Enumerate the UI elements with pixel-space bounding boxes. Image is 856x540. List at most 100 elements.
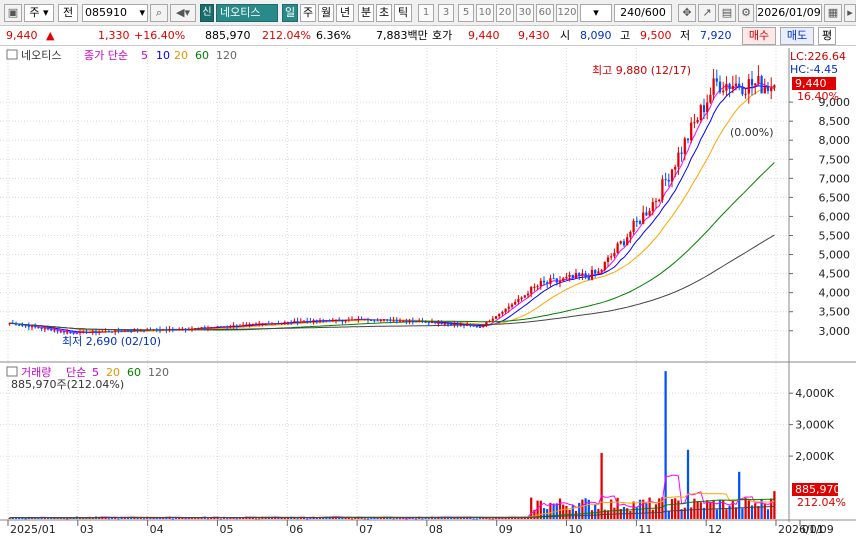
eval-button[interactable]: 평: [818, 27, 836, 45]
interval-60[interactable]: 60: [536, 4, 554, 22]
volume-bar: [414, 518, 418, 520]
more-icon[interactable]: ▸: [844, 4, 856, 22]
candle-body: [59, 331, 62, 333]
buy-button[interactable]: 매수: [742, 27, 776, 45]
candle-body: [408, 321, 411, 323]
volume-tick-label: 4,000K: [795, 387, 834, 400]
candle-body: [651, 202, 654, 211]
candle-body: [434, 322, 437, 324]
trade-amount: 7,883백만: [376, 29, 428, 42]
volume-bar: [363, 518, 366, 520]
market-select[interactable]: 주 ▾: [24, 4, 54, 22]
period-week[interactable]: 주: [300, 4, 316, 22]
interval-5[interactable]: 5: [458, 4, 474, 22]
date-tick-label: 10: [569, 523, 583, 536]
volume-bar: [171, 518, 174, 520]
candle-body: [632, 220, 635, 232]
volume-bar: [590, 510, 594, 519]
candle-body: [254, 323, 258, 325]
volume-bar: [450, 517, 453, 519]
calendar-icon[interactable]: ▦: [824, 4, 842, 22]
candle-body: [418, 320, 421, 322]
candle-body: [238, 325, 242, 327]
vol-legend-ma120: 120: [148, 366, 169, 379]
sell-button[interactable]: 매도: [780, 27, 814, 45]
candle-body: [411, 321, 414, 323]
period-month[interactable]: 월: [318, 4, 334, 22]
candle-body: [670, 169, 674, 182]
bar-count-input[interactable]: 240/600: [614, 4, 672, 22]
candle-body: [638, 221, 642, 224]
candle-body: [242, 324, 245, 326]
interval-120[interactable]: 120: [556, 4, 578, 22]
volume-bar: [565, 505, 568, 519]
all-market-button[interactable]: 전: [58, 4, 78, 22]
candle-body: [277, 323, 280, 325]
interval-3[interactable]: 3: [438, 4, 454, 22]
speaker-icon[interactable]: ◀▾: [170, 4, 196, 22]
stock-code-input[interactable]: 085910 ▾: [82, 4, 148, 22]
candle-body: [40, 327, 43, 329]
volume-bar: [206, 518, 210, 520]
volume-bar: [712, 500, 715, 519]
date-tick-label: 11: [638, 523, 652, 536]
volume-bar: [24, 518, 27, 520]
candle-body: [504, 308, 507, 312]
period-day[interactable]: 일: [282, 4, 298, 22]
candle-body: [325, 320, 328, 322]
candle-body: [309, 321, 312, 323]
candle-body: [619, 241, 622, 244]
stock-name-field[interactable]: 네오티스: [216, 4, 278, 22]
candle-body: [718, 81, 722, 93]
interval-1[interactable]: 1: [418, 4, 434, 22]
candle-body: [635, 220, 638, 222]
volume-bar: [728, 505, 731, 519]
period-tick[interactable]: 틱: [394, 4, 412, 22]
volume-bar: [632, 501, 635, 519]
volume-bar: [562, 504, 565, 519]
candle-body: [510, 304, 514, 307]
date-tick-label: 04: [150, 523, 164, 536]
candle-body: [114, 330, 117, 332]
volume-bar: [341, 517, 344, 519]
period-second[interactable]: 초: [376, 4, 392, 22]
candle-body: [427, 322, 430, 324]
period-minute[interactable]: 분: [358, 4, 374, 22]
drawing-icon[interactable]: ↗: [698, 4, 716, 22]
candle-body: [318, 320, 322, 322]
volume-bar: [670, 499, 674, 519]
price-tick-label: 8,500: [819, 115, 851, 128]
crosshair-icon[interactable]: ✥: [678, 4, 696, 22]
volume-bar: [622, 506, 626, 519]
volume-bar: [226, 518, 229, 520]
pane-menu-icon: [6, 49, 18, 60]
quote-bar: 9,440 ▲ 1,330 +16.40% 885,970 212.04% 6.…: [0, 26, 856, 46]
period-year[interactable]: 년: [336, 4, 354, 22]
interval-30[interactable]: 30: [516, 4, 534, 22]
interval-20[interactable]: 20: [496, 4, 514, 22]
candle-body: [763, 87, 766, 94]
save-icon[interactable]: ▤: [718, 4, 736, 22]
candle-body: [456, 324, 459, 326]
candle-body: [62, 331, 66, 333]
interval-custom-select[interactable]: ▾: [580, 4, 612, 22]
candle-body: [674, 166, 677, 170]
gear-icon[interactable]: ⚙: [738, 4, 754, 22]
candle-body: [34, 326, 37, 328]
date-tick-label: 06: [289, 523, 303, 536]
date-input[interactable]: 2026/01/09: [756, 4, 822, 22]
candle-body: [395, 320, 398, 322]
chart-icon[interactable]: ▣: [4, 4, 22, 22]
candle-body: [366, 318, 370, 320]
candle-body: [126, 330, 130, 332]
legend-ma10: 10: [156, 49, 170, 62]
interval-10[interactable]: 10: [476, 4, 494, 22]
candle-body: [267, 323, 270, 325]
candle-body: [69, 332, 72, 334]
search-icon[interactable]: ⌕: [150, 4, 168, 22]
stock-chart[interactable]: 3,000 3,500 4,000 4,500 5,000 5,500 6,000 6,500…: [0, 46, 856, 540]
candle-body: [181, 329, 184, 331]
volume-bar: [664, 371, 667, 519]
volume-bar: [600, 452, 603, 519]
candle-body: [523, 295, 526, 298]
